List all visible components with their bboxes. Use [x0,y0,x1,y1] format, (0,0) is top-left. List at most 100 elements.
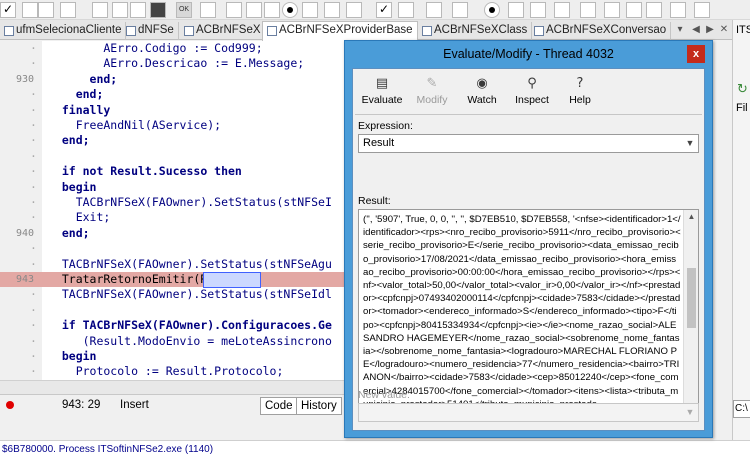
checkbox-icon[interactable] [0,2,16,18]
selected-word-highlight [203,272,261,288]
scroll-up-icon[interactable]: ▲ [684,210,698,224]
message-bar: $6B780000. Process ITSoftinNFSe2.exe (11… [0,440,750,459]
evaluate-modify-dialog: Evaluate/Modify - Thread 4032 x ▤ Evalua… [344,40,713,438]
toolbar-button[interactable] [226,2,242,18]
unit-file-icon [267,26,277,36]
inspect-label: Inspect [515,94,549,106]
right-pane-title: ITS [736,24,750,36]
toolbar-button[interactable] [646,2,662,18]
toolbar-button[interactable] [92,2,108,18]
code-line: · [30,241,37,256]
code-line: · Protocolo := Result.Protocolo; [30,364,284,379]
toolbar-button[interactable] [626,2,642,18]
toolbar-button[interactable] [264,2,280,18]
code-line: · if TACBrNFSeX(FAOwner).Configuracoes.G… [30,318,332,333]
toolbar-button[interactable] [452,2,468,18]
close-button[interactable]: x [687,45,705,63]
help-button[interactable]: ? Help [557,75,603,111]
evaluate-button[interactable]: ▤ Evaluate [359,75,405,111]
close-tab-icon[interactable]: ✕ [718,24,730,36]
tab-dnfse[interactable]: dNFSe [122,22,179,40]
status-bar: 943: 29 Insert Code History [0,394,344,416]
toolbar-button[interactable] [554,2,570,18]
breakpoint-icon[interactable] [6,401,14,409]
toolbar-button[interactable] [246,2,262,18]
tab-dropdown-icon[interactable]: ▾ [674,24,686,36]
unit-file-icon [126,26,136,36]
chevron-down-icon[interactable]: ▼ [684,404,696,421]
expression-value: Result [363,137,395,149]
toolbar-button[interactable] [670,2,686,18]
code-line: · AErro.Descricao := E.Message; [30,56,305,71]
unit-file-icon [422,26,432,36]
refresh-icon[interactable]: ↻ [737,82,748,97]
code-line: · finally [30,102,111,117]
result-text-area[interactable]: ('', '5907', True, 0, 0, '', '', $D7EB51… [358,209,699,419]
toolbar-button[interactable] [426,2,442,18]
ok-button[interactable]: OK [176,2,192,18]
tab-acbrnfsex[interactable]: ACBrNFSeX [180,22,266,40]
evaluate-icon: ▤ [375,76,389,91]
chevron-down-icon[interactable]: ▼ [684,135,696,152]
toolbar-button[interactable] [398,2,414,18]
toolbar-button[interactable] [60,2,76,18]
path-field[interactable]: C:\ [733,400,750,418]
tab-acbrnfsexclass[interactable]: ACBrNFSeXClass [418,22,533,40]
watch-button[interactable]: ◉ Watch [459,75,505,111]
code-line: · FreeAndNil(AService); [30,118,222,132]
unit-file-icon [4,26,14,36]
toolbar-button[interactable] [324,2,340,18]
tab-ufmselecionacliente[interactable]: ufmSelecionaCliente [0,22,127,40]
toolbar-button[interactable] [130,2,146,18]
result-value: ('', '5907', True, 0, 0, '', '', $D7EB51… [363,214,681,410]
scroll-thumb[interactable] [687,268,696,328]
toolbar-button[interactable] [150,2,166,18]
toolbar-button[interactable] [580,2,596,18]
tab-acbrnfsexproviderbase[interactable]: ACBrNFSeXProviderBase [262,21,418,41]
inspect-button[interactable]: ⚲ Inspect [509,75,555,111]
toolbar-button[interactable] [530,2,546,18]
editor-horizontal-scrollbar[interactable] [0,380,344,394]
toolbar-button[interactable] [508,2,524,18]
cursor-position: 943: 29 [62,399,101,411]
expression-label: Expression: [358,120,413,132]
tab-history[interactable]: History [296,397,342,415]
modify-button[interactable]: ✎ Modify [409,75,455,111]
scroll-left-icon[interactable]: ◀ [690,24,702,36]
inspect-icon: ⚲ [527,76,537,91]
result-label: Result: [358,195,391,207]
toolbar: OK [0,0,750,20]
tab-acbrnfsexconversao[interactable]: ACBrNFSeXConversao [530,22,672,40]
result-vertical-scrollbar[interactable]: ▲ ▼ [683,210,698,418]
expression-combo[interactable]: Result ▼ [358,134,699,153]
modify-icon: ✎ [426,76,438,91]
scroll-right-icon[interactable]: ▶ [704,24,716,36]
toolbar-button[interactable] [22,2,38,18]
help-icon: ? [576,76,584,91]
radio-icon[interactable] [282,2,298,18]
toolbar-button[interactable] [694,2,710,18]
code-line: · TACBrNFSeX(FAOwner).SetStatus(stNFSeId… [30,287,332,302]
toolbar-button[interactable] [38,2,54,18]
tab-code[interactable]: Code [260,397,298,415]
watch-label: Watch [467,94,497,106]
new-value-combo[interactable]: ▼ [358,403,699,422]
toolbar-button[interactable] [302,2,318,18]
tab-label: ACBrNFSeX [196,24,261,36]
code-line: · end; [30,87,104,102]
code-line: · [30,148,37,163]
unit-file-icon [184,26,194,36]
code-editor[interactable]: · AErro.Codigo := Cod999; · AErro.Descri… [0,41,344,390]
modify-label: Modify [416,94,448,106]
radio-icon[interactable] [484,2,500,18]
checkbox-icon[interactable] [376,2,392,18]
toolbar-button[interactable] [200,2,216,18]
right-side-pane: ITS ↻ Fil C:\ [732,20,750,440]
code-line: · end; [30,133,90,148]
watch-icon: ◉ [476,76,488,91]
toolbar-button[interactable] [112,2,128,18]
code-line: · TACBrNFSeX(FAOwner).SetStatus(stNFSeAg… [30,256,332,271]
toolbar-button[interactable] [346,2,362,18]
editor-tab-bar: ufmSelecionaCliente dNFSe ACBrNFSeX ACBr… [0,20,750,41]
toolbar-button[interactable] [604,2,620,18]
